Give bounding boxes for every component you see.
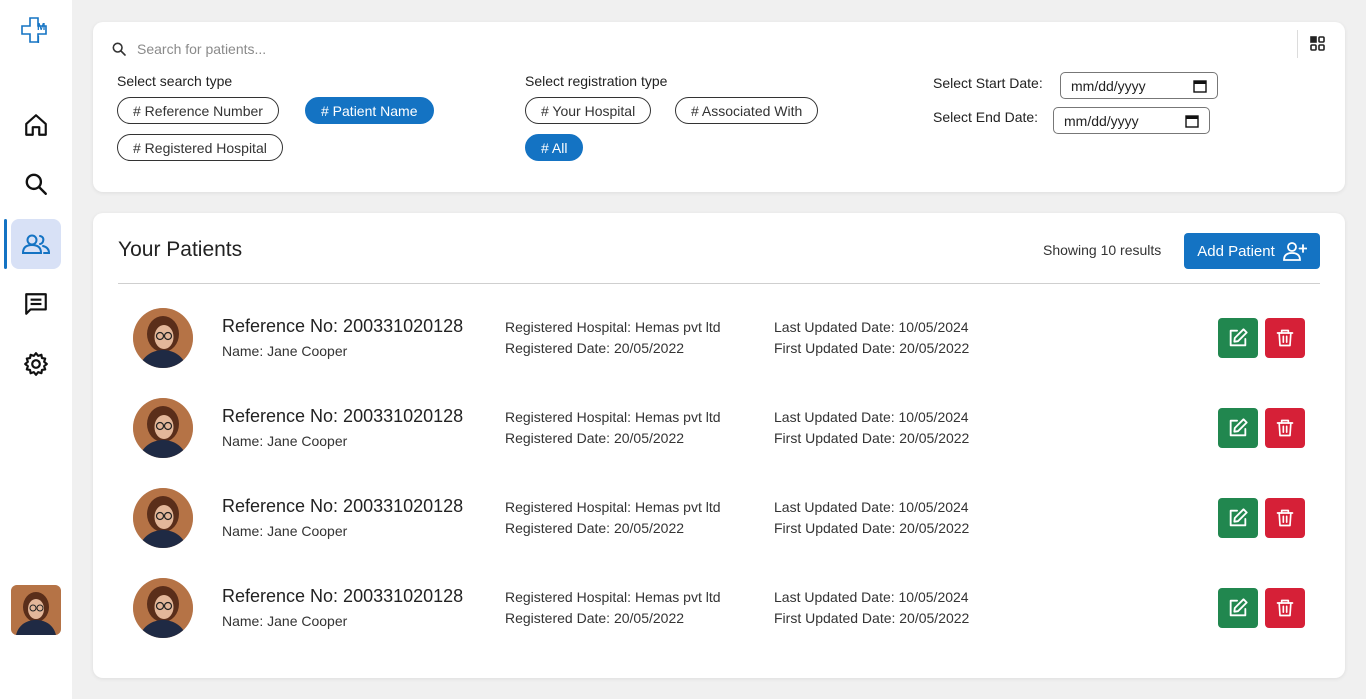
home-icon xyxy=(25,114,47,136)
calendar-icon[interactable] xyxy=(1193,79,1207,93)
edit-icon xyxy=(1229,508,1248,527)
nav-settings[interactable] xyxy=(11,339,61,389)
start-date-input[interactable]: mm/dd/yyyy xyxy=(1060,72,1218,99)
registered-hospital: Registered Hospital: Hemas pvt ltd xyxy=(505,409,721,425)
patient-name: Name: Jane Cooper xyxy=(222,523,348,539)
registered-date: Registered Date: 20/05/2022 xyxy=(505,340,685,356)
message-icon xyxy=(25,293,47,315)
grid-view-icon[interactable] xyxy=(1309,35,1327,53)
patient-avatar xyxy=(133,398,193,458)
registered-date: Registered Date: 20/05/2022 xyxy=(505,430,685,446)
first-updated-date: First Updated Date: 20/05/2022 xyxy=(774,430,970,446)
registration-type-label: Select registration type xyxy=(525,73,668,89)
search-type-label: Select search type xyxy=(117,73,233,89)
delete-button[interactable] xyxy=(1265,588,1305,628)
end-date-label: Select End Date: xyxy=(933,109,1039,125)
chip-patient-name[interactable]: # Patient Name xyxy=(305,97,434,124)
patient-name: Name: Jane Cooper xyxy=(222,613,348,629)
registered-date: Registered Date: 20/05/2022 xyxy=(505,520,685,536)
nav-active-indicator xyxy=(4,219,7,269)
registered-hospital: Registered Hospital: Hemas pvt ltd xyxy=(505,589,721,605)
patient-row: Reference No: 200331020128 Name: Jane Co… xyxy=(93,303,1345,393)
edit-button[interactable] xyxy=(1218,408,1258,448)
chip-your-hospital[interactable]: # Your Hospital xyxy=(525,97,652,124)
edit-icon xyxy=(1229,328,1248,347)
calendar-icon[interactable] xyxy=(1185,114,1199,128)
first-updated-date: First Updated Date: 20/05/2022 xyxy=(774,520,970,536)
svg-text:M: M xyxy=(37,22,45,33)
patient-row: Reference No: 200331020128 Name: Jane Co… xyxy=(93,573,1345,663)
patient-reference: Reference No: 200331020128 xyxy=(222,586,464,606)
chip-all[interactable]: # All xyxy=(525,134,584,161)
patient-row: Reference No: 200331020128 Name: Jane Co… xyxy=(93,393,1345,483)
trash-icon xyxy=(1276,329,1294,347)
edit-button[interactable] xyxy=(1218,498,1258,538)
nav-home[interactable] xyxy=(11,100,61,150)
patient-reference: Reference No: 200331020128 xyxy=(222,496,464,516)
gear-icon xyxy=(24,352,48,376)
svg-text:I: I xyxy=(37,35,40,46)
add-patient-button[interactable]: Add Patient xyxy=(1184,233,1320,269)
nav-search[interactable] xyxy=(11,159,61,209)
delete-button[interactable] xyxy=(1265,408,1305,448)
users-icon xyxy=(21,234,51,254)
patient-reference: Reference No: 200331020128 xyxy=(222,316,464,336)
user-avatar[interactable] xyxy=(11,585,61,635)
patient-avatar xyxy=(133,308,193,368)
results-count: Showing 10 results xyxy=(1043,242,1162,258)
end-date-value: mm/dd/yyyy xyxy=(1064,112,1139,129)
delete-button[interactable] xyxy=(1265,318,1305,358)
trash-icon xyxy=(1276,599,1294,617)
edit-button[interactable] xyxy=(1218,588,1258,628)
patient-reference: Reference No: 200331020128 xyxy=(222,406,464,426)
start-date-value: mm/dd/yyyy xyxy=(1071,77,1146,94)
patient-avatar xyxy=(133,488,193,548)
trash-icon xyxy=(1276,509,1294,527)
registered-hospital: Registered Hospital: Hemas pvt ltd xyxy=(505,499,721,515)
search-panel: Select search type # Reference Number # … xyxy=(93,22,1345,192)
first-updated-date: First Updated Date: 20/05/2022 xyxy=(774,340,970,356)
chip-reference-number[interactable]: # Reference Number xyxy=(117,97,279,124)
delete-button[interactable] xyxy=(1265,498,1305,538)
search-bar xyxy=(111,34,1301,64)
divider xyxy=(1297,30,1298,58)
add-patient-label: Add Patient xyxy=(1197,242,1275,260)
patient-row: Reference No: 200331020128 Name: Jane Co… xyxy=(93,483,1345,573)
last-updated-date: Last Updated Date: 10/05/2024 xyxy=(774,319,969,335)
page-title: Your Patients xyxy=(118,238,243,261)
chip-associated-with[interactable]: # Associated With xyxy=(675,97,819,124)
sidebar: M I xyxy=(0,0,72,699)
end-date-input[interactable]: mm/dd/yyyy xyxy=(1053,107,1210,134)
start-date-label: Select Start Date: xyxy=(933,75,1043,91)
edit-icon xyxy=(1229,598,1248,617)
patient-avatar xyxy=(133,578,193,638)
patient-name: Name: Jane Cooper xyxy=(222,433,348,449)
registered-hospital: Registered Hospital: Hemas pvt ltd xyxy=(505,319,721,335)
chip-registered-hospital[interactable]: # Registered Hospital xyxy=(117,134,283,161)
first-updated-date: First Updated Date: 20/05/2022 xyxy=(774,610,970,626)
nav-patients[interactable] xyxy=(11,219,61,269)
edit-icon xyxy=(1229,418,1248,437)
add-user-icon xyxy=(1282,242,1307,261)
search-input[interactable] xyxy=(137,41,737,57)
registered-date: Registered Date: 20/05/2022 xyxy=(505,610,685,626)
medical-logo-icon: M I xyxy=(21,17,47,46)
edit-button[interactable] xyxy=(1218,318,1258,358)
last-updated-date: Last Updated Date: 10/05/2024 xyxy=(774,589,969,605)
patients-panel: Your Patients Showing 10 results Add Pat… xyxy=(93,213,1345,678)
trash-icon xyxy=(1276,419,1294,437)
search-icon xyxy=(25,173,47,195)
nav-messages[interactable] xyxy=(11,279,61,329)
last-updated-date: Last Updated Date: 10/05/2024 xyxy=(774,499,969,515)
header-divider xyxy=(118,283,1320,284)
last-updated-date: Last Updated Date: 10/05/2024 xyxy=(774,409,969,425)
patient-name: Name: Jane Cooper xyxy=(222,343,348,359)
search-icon xyxy=(112,42,126,56)
